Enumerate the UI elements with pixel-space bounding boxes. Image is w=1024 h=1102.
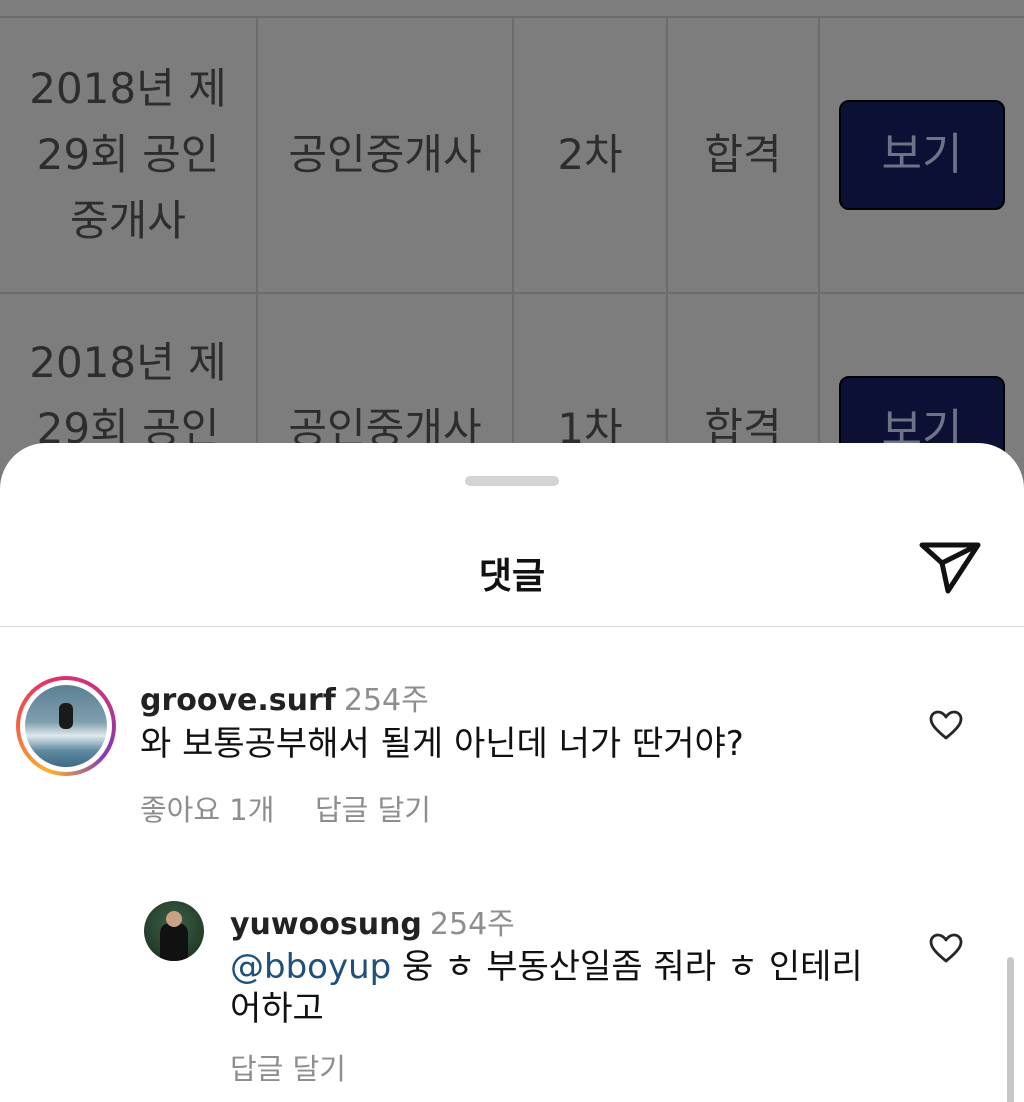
suit-avatar-icon[interactable] [144, 901, 204, 961]
mention-link[interactable]: @bboyup [230, 947, 391, 987]
exam-cell: 2018년 제 29회 공인 중개사 [0, 18, 258, 292]
comment-text: @bboyup 웅 ㅎ 부동산일좀 줘라 ㅎ 인테리어하고 [230, 946, 880, 1030]
comment-time: 254주 [343, 683, 429, 718]
heart-outline-icon[interactable] [929, 933, 963, 963]
reply-button[interactable]: 답글 달기 [230, 1046, 346, 1088]
view-button[interactable]: 보기 [839, 100, 1005, 210]
round-cell: 2차 [514, 18, 668, 292]
comment-time: 254주 [429, 907, 515, 942]
background-table: 2018년 제 29회 공인 중개사 공인중개사 2차 합격 보기 2018년 … [0, 0, 1024, 568]
surfer-avatar-icon [25, 685, 107, 767]
scrollbar[interactable] [1007, 957, 1014, 1102]
comment-header: groove.surf 254주 [140, 675, 429, 719]
comment-username[interactable]: yuwoosung [230, 907, 422, 942]
drag-handle[interactable] [465, 476, 559, 486]
field-cell: 공인중개사 [258, 18, 514, 292]
paper-plane-icon [919, 542, 981, 594]
reply-button[interactable]: 답글 달기 [315, 787, 431, 829]
heart-outline-icon[interactable] [929, 710, 963, 740]
comment-header: yuwoosung 254주 [230, 899, 515, 943]
comment-text: 와 보통공부해서 될게 아닌데 너가 딴거야? [140, 724, 744, 764]
sheet-title: 댓글 [478, 556, 546, 597]
comment-username[interactable]: groove.surf [140, 683, 336, 718]
avatar[interactable] [16, 676, 116, 776]
comments-sheet: 댓글 groove.surf 254주 와 보통공부해서 될게 아닌데 너가 딴거… [0, 443, 1024, 1102]
view-cell: 보기 [820, 18, 1024, 292]
share-button[interactable] [918, 539, 982, 595]
table-row: 2018년 제 29회 공인 중개사 공인중개사 2차 합격 보기 [0, 16, 1024, 292]
result-cell: 합격 [668, 18, 820, 292]
header-divider [0, 626, 1024, 627]
likes-count[interactable]: 좋아요 1개 [140, 787, 274, 829]
